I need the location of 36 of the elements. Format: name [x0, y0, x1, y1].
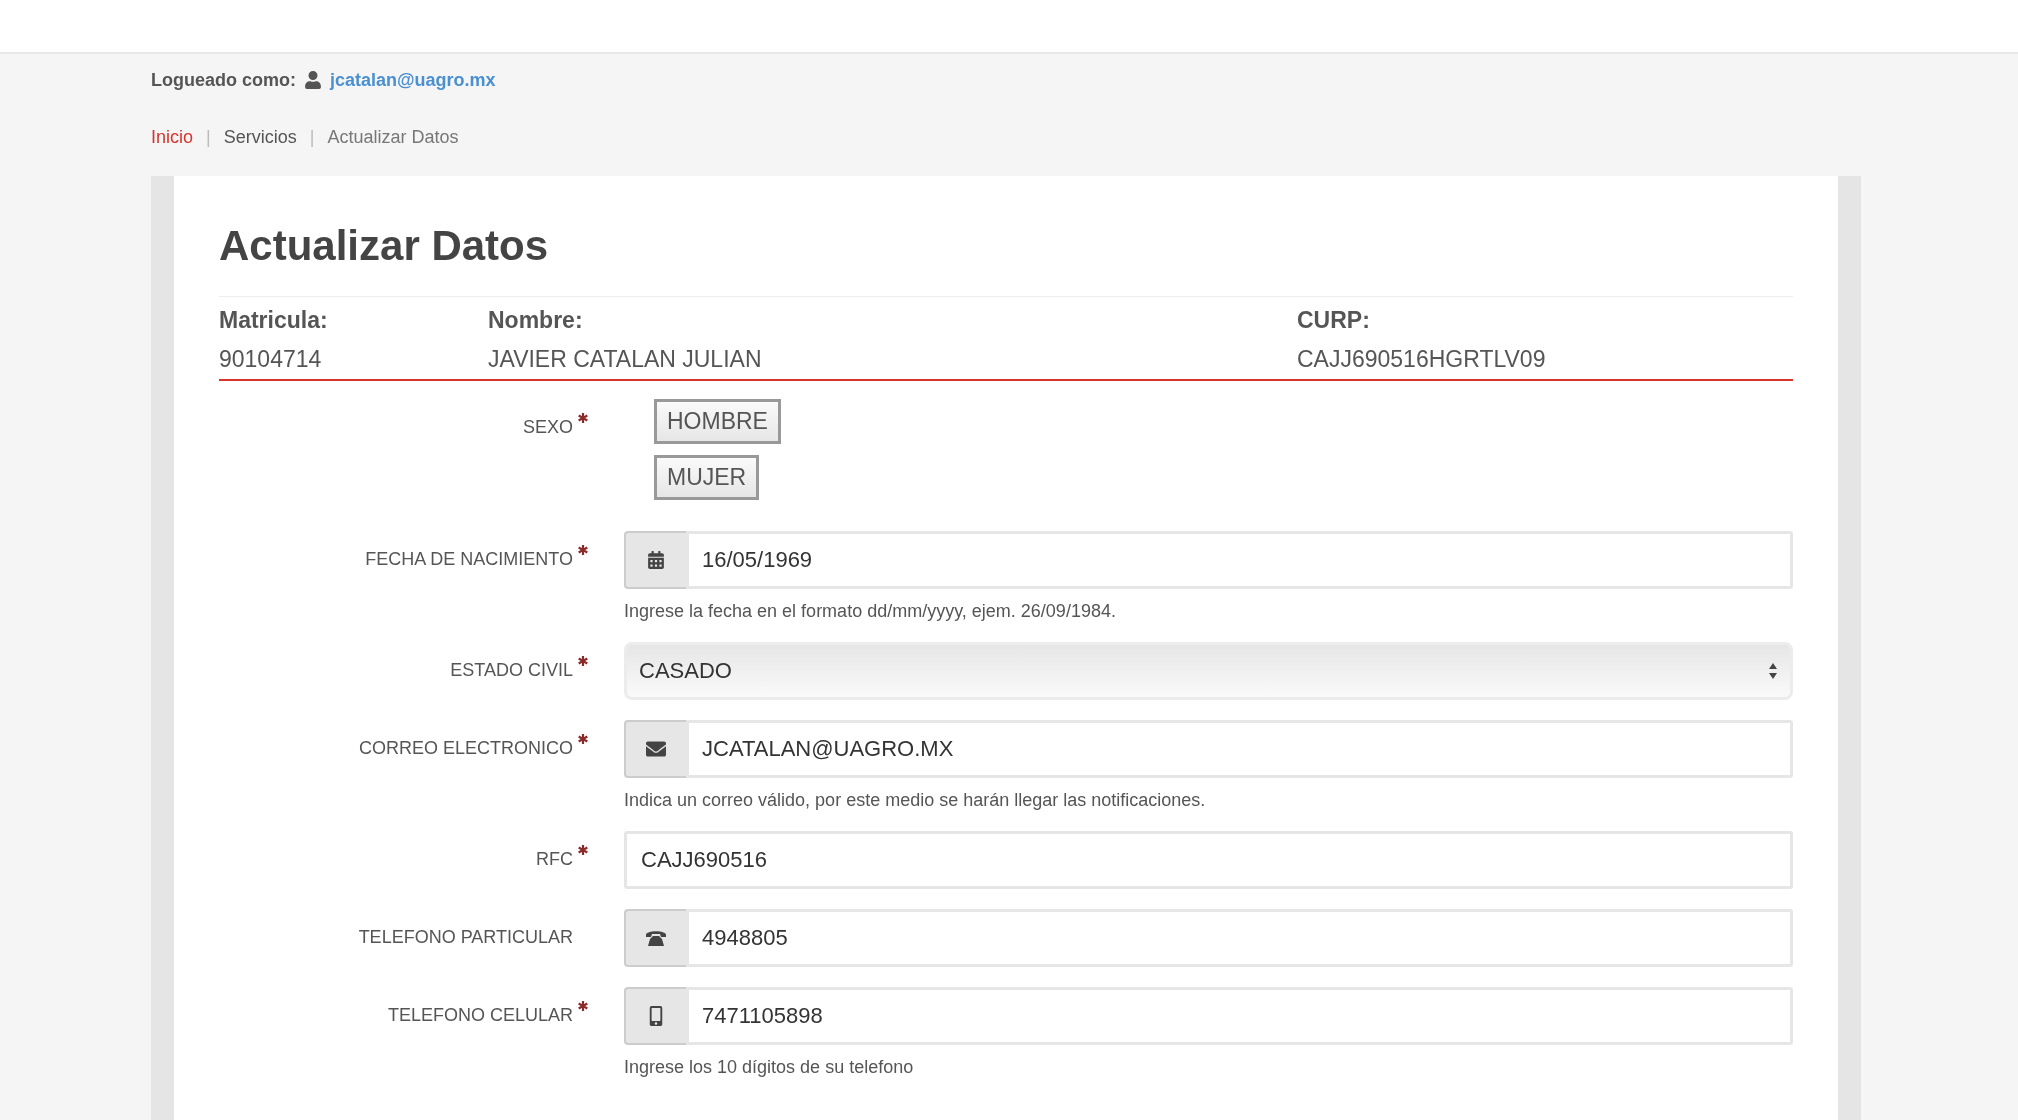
breadcrumb-separator: | [206, 126, 211, 148]
info-value: JAVIER CATALAN JULIAN [488, 346, 763, 373]
user-icon [304, 71, 322, 89]
field-label: SEXO [522, 417, 573, 438]
info-label: Nombre: [488, 307, 584, 334]
input-field[interactable]: 16/05/1969 [686, 531, 1793, 589]
field-label: FECHA DE NACIMIENTO [365, 549, 573, 570]
help-text: Ingrese la fecha en el formato dd/mm/yyyy, ejem. 26/09/1984. [624, 601, 1117, 622]
select-field[interactable]: CASADO [624, 642, 1793, 700]
input-field[interactable]: 4948805 [686, 909, 1793, 967]
info-label: Matricula: [219, 307, 329, 334]
option-button[interactable]: HOMBRE [654, 399, 781, 444]
breadcrumb-link[interactable]: Servicios [223, 126, 297, 148]
envelope-icon [646, 739, 666, 759]
info-label: CURP: [1297, 307, 1371, 334]
input-field[interactable]: 7471105898 [686, 987, 1793, 1045]
info-value: CAJJ690516HGRTLV09 [1297, 346, 1547, 373]
telephone-icon [645, 929, 667, 947]
field-label: ESTADO CIVIL [450, 660, 573, 681]
input-field[interactable]: CAJJ690516 [624, 831, 1793, 889]
logged-in-label: Logueado como: [151, 69, 296, 91]
breadcrumb-link[interactable]: Inicio [151, 126, 194, 148]
calendar-icon [647, 551, 665, 569]
breadcrumb-link[interactable]: Actualizar Datos [327, 126, 459, 148]
breadcrumb-separator: | [309, 126, 315, 148]
help-text: Indica un correo válido, por este medio se harán llegar las notificaciones. [624, 790, 1207, 811]
info-value: 90104714 [219, 346, 323, 373]
page-title: Actualizar Datos [219, 221, 550, 270]
input-field[interactable]: JCATALAN@UAGRO.MX [686, 720, 1793, 778]
help-text: Ingrese los 10 dígitos de su telefono [624, 1057, 915, 1078]
field-label: TELEFONO CELULAR [387, 1005, 573, 1026]
field-label: CORREO ELECTRONICO [358, 738, 573, 759]
option-button[interactable]: MUJER [654, 455, 760, 500]
field-label: TELEFONO PARTICULAR [358, 927, 573, 948]
field-label: RFC [536, 849, 573, 870]
select-arrows-icon [1768, 662, 1778, 680]
